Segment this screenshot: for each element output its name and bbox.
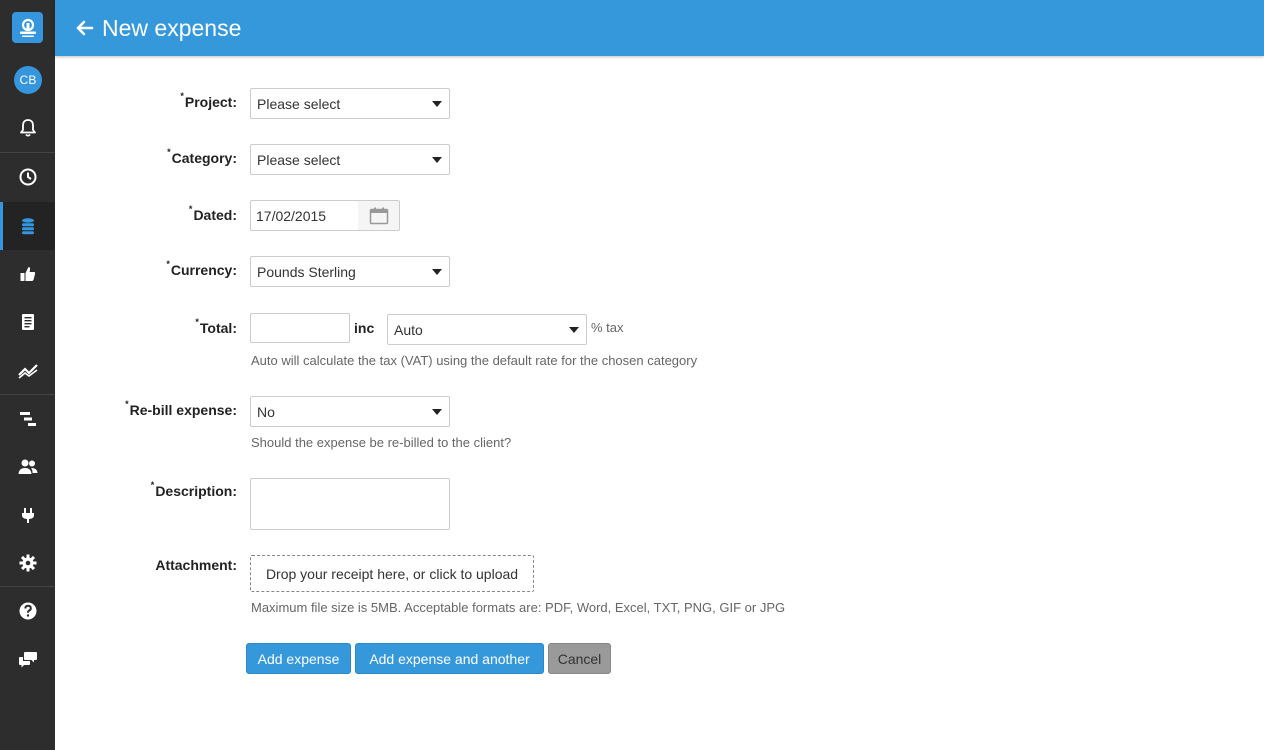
plug-icon [21,508,34,523]
total-input[interactable] [250,313,350,343]
caret-down-icon [432,157,442,163]
required-mark: * [125,399,129,409]
caret-down-icon [432,409,442,415]
coins-icon [21,218,34,235]
category-select-value: Please select [257,151,341,168]
arrow-left-icon [76,20,94,36]
back-button[interactable] [74,17,96,39]
description-textarea[interactable] [250,478,450,530]
project-label: *Project: [180,91,237,110]
inc-label: inc [354,320,375,336]
dropzone-text: Drop your receipt here, or click to uplo… [265,565,519,582]
caret-down-icon [569,327,579,333]
users-icon [18,459,37,474]
sidebar-item-people[interactable] [0,443,55,491]
attachment-label: Attachment: [155,557,237,573]
required-mark: * [195,317,199,327]
thumbs-up-icon [20,267,35,281]
attachment-help-text: Maximum file size is 5MB. Acceptable for… [251,600,786,615]
receipt-dropzone[interactable]: Drop your receipt here, or click to uplo… [250,555,534,592]
project-select-value: Please select [257,95,341,112]
currency-select-value: Pounds Sterling [257,263,356,280]
rebill-help-text: Should the expense be re-billed to the c… [251,435,512,450]
currency-select[interactable]: Pounds Sterling [250,256,450,287]
sidebar: CB [0,0,55,750]
required-mark: * [150,480,155,490]
gear-icon [19,554,36,572]
calendar-button[interactable] [358,200,400,231]
sidebar-item-approvals[interactable] [0,250,55,298]
page-header: New expense [55,0,1264,56]
clock-icon [19,168,36,186]
currency-label: *Currency: [166,259,237,278]
required-mark: * [167,147,171,157]
tax-suffix: % tax [591,320,624,335]
sidebar-item-expenses[interactable] [0,202,55,250]
add-expense-button[interactable]: Add expense [246,643,351,674]
total-help-text: Auto will calculate the tax (VAT) using … [251,353,698,368]
sidebar-item-integrations[interactable] [0,491,55,539]
sidebar-item-feedback[interactable] [0,635,55,683]
sidebar-item-settings[interactable] [0,539,55,587]
dated-label: *Dated: [188,204,237,223]
description-label: *Description: [150,480,237,499]
avatar[interactable]: CB [14,66,42,94]
required-mark: * [188,204,193,214]
total-label: *Total: [195,317,237,336]
required-mark: * [180,91,184,101]
chart-line-icon [17,364,38,379]
question-icon [19,602,36,620]
category-label: *Category: [167,147,237,166]
sidebar-item-invoices[interactable] [0,298,55,346]
caret-down-icon [432,101,442,107]
rebill-select-value: No [257,403,275,420]
tax-select-value: Auto [394,321,423,338]
chat-icon [18,652,37,668]
rebill-select[interactable]: No [250,396,450,427]
logo-icon [19,18,36,37]
tax-select[interactable]: Auto [387,314,587,345]
page-title: New expense [102,14,242,41]
sidebar-item-help[interactable] [0,587,55,635]
gantt-icon [19,412,36,426]
sidebar-item-reports[interactable] [0,346,55,394]
add-expense-and-another-button[interactable]: Add expense and another [355,643,544,674]
app-logo[interactable] [12,12,43,43]
category-select[interactable]: Please select [250,144,450,175]
rebill-label: *Re-bill expense: [125,399,237,418]
date-value: 17/02/2015 [256,207,327,224]
cancel-button[interactable]: Cancel [548,643,611,674]
sidebar-item-notifications[interactable] [0,104,55,152]
caret-down-icon [432,269,442,275]
sidebar-item-time[interactable] [0,153,55,201]
required-mark: * [166,259,170,269]
sidebar-item-planning[interactable] [0,395,55,443]
bell-icon [19,119,36,137]
document-icon [21,314,34,330]
date-input[interactable]: 17/02/2015 [250,200,359,231]
avatar-initials: CB [19,73,37,87]
calendar-icon [369,207,388,224]
project-select[interactable]: Please select [250,88,450,119]
